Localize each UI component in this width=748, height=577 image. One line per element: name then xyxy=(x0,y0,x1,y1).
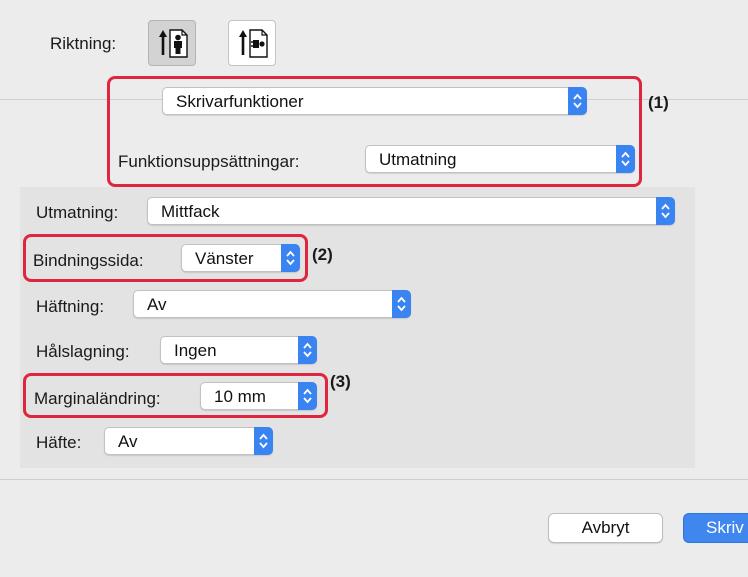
chevron-updown-icon xyxy=(298,382,317,410)
output-select-value: Mittfack xyxy=(161,202,220,221)
print-button[interactable]: Skriv xyxy=(683,513,748,543)
options-panel xyxy=(20,187,695,468)
category-select[interactable]: Skrivarfunktioner xyxy=(162,87,587,115)
chevron-updown-icon xyxy=(281,244,300,272)
binding-side-label: Bindningssida: xyxy=(33,251,144,270)
hole-punch-select-value: Ingen xyxy=(174,341,217,360)
chevron-updown-icon xyxy=(568,87,587,115)
stapling-select[interactable]: Av xyxy=(133,290,411,318)
bottom-divider xyxy=(0,479,748,480)
portrait-orientation-button[interactable] xyxy=(148,20,196,66)
booklet-select[interactable]: Av xyxy=(104,427,273,455)
chevron-updown-icon xyxy=(298,336,317,364)
chevron-updown-icon xyxy=(254,427,273,455)
binding-side-select[interactable]: Vänster xyxy=(181,244,300,272)
landscape-orientation-button[interactable] xyxy=(228,20,276,66)
callout-1-number: (1) xyxy=(648,93,669,112)
feature-set-select[interactable]: Utmatning xyxy=(365,145,635,173)
margin-shift-select[interactable]: 10 mm xyxy=(200,382,317,410)
margin-shift-label: Marginaländring: xyxy=(34,389,161,408)
output-select[interactable]: Mittfack xyxy=(147,197,675,225)
stapling-select-value: Av xyxy=(147,295,167,314)
margin-shift-select-value: 10 mm xyxy=(214,387,266,406)
chevron-updown-icon xyxy=(656,197,675,225)
booklet-select-value: Av xyxy=(118,432,138,451)
cancel-button[interactable]: Avbryt xyxy=(548,513,663,543)
booklet-label: Häfte: xyxy=(36,433,82,452)
binding-side-select-value: Vänster xyxy=(195,249,254,268)
feature-set-select-value: Utmatning xyxy=(379,150,457,169)
callout-2-number: (2) xyxy=(312,245,333,264)
hole-punch-select[interactable]: Ingen xyxy=(160,336,317,364)
portrait-orientation-icon xyxy=(159,29,188,58)
hole-punch-label: Hålslagning: xyxy=(36,342,130,361)
output-label: Utmatning: xyxy=(36,203,119,222)
chevron-updown-icon xyxy=(616,145,635,173)
landscape-orientation-icon xyxy=(239,29,268,58)
category-select-value: Skrivarfunktioner xyxy=(176,92,304,111)
feature-set-label: Funktionsuppsättningar: xyxy=(118,152,300,171)
orientation-label: Riktning: xyxy=(50,34,117,53)
callout-3-number: (3) xyxy=(330,372,351,391)
chevron-updown-icon xyxy=(392,290,411,318)
stapling-label: Häftning: xyxy=(36,297,105,316)
